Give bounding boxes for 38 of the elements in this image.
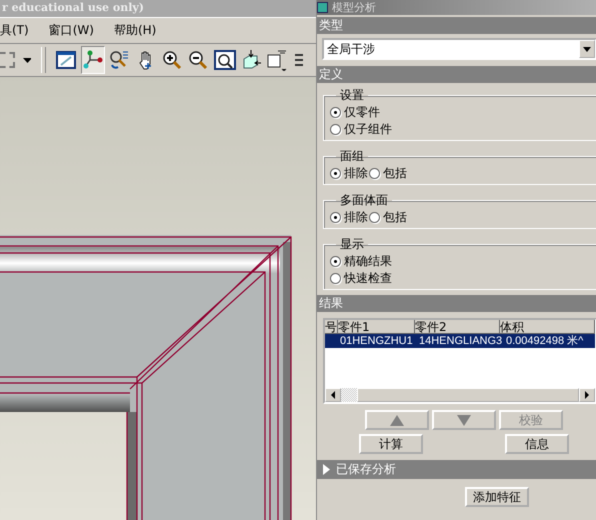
menu-item[interactable]: 具(T)	[0, 22, 29, 39]
caret-icon	[583, 46, 591, 52]
add-feature-button[interactable]: 添加特征	[465, 487, 529, 507]
radio-option[interactable]: 包括	[369, 209, 407, 225]
group-title: 显示	[339, 236, 365, 253]
type-dropdown[interactable]: 全局干涉	[322, 38, 596, 60]
action-button[interactable]: 计算	[359, 434, 423, 454]
window-title: r educational use only)	[0, 0, 316, 17]
node-graph-icon[interactable]	[80, 46, 105, 74]
window-icon	[317, 2, 328, 13]
scroll-left-icon[interactable]	[331, 391, 335, 399]
radio-option[interactable]: 排除	[330, 165, 368, 181]
dialog-title: 模型分析	[332, 0, 376, 15]
up-arrow-icon	[390, 414, 404, 426]
radio-option[interactable]: 仅子组件	[330, 121, 592, 137]
selection-box-icon[interactable]	[0, 52, 16, 68]
group-title: 面组	[339, 148, 365, 165]
expand-arrow-icon	[323, 464, 330, 475]
radio-option[interactable]: 快速检查	[330, 270, 592, 286]
radio-option[interactable]: 包括	[369, 165, 407, 181]
scroll-right-icon[interactable]	[585, 391, 589, 399]
table-row[interactable]: 01HENGZHU1 14HENGLIANG3 0.00492498 米^	[325, 334, 595, 348]
section-header: 结果	[317, 295, 596, 312]
radio-option[interactable]: 精确结果	[330, 253, 592, 269]
caret-icon[interactable]	[23, 58, 32, 62]
saved-analysis-header[interactable]: 已保存分析	[317, 460, 596, 479]
down-arrow-icon	[457, 414, 471, 426]
scroll-thumb[interactable]	[341, 388, 357, 402]
menu-item[interactable]: 窗口(W)	[48, 22, 94, 39]
group-title: 设置	[339, 87, 365, 104]
radio-option[interactable]: 仅零件	[330, 104, 592, 120]
horizontal-scrollbar[interactable]	[325, 388, 595, 402]
section-header: 类型	[317, 17, 596, 34]
radio-option[interactable]: 排除	[330, 209, 368, 225]
action-button[interactable]: 信息	[505, 434, 569, 454]
section-header: 定义	[317, 66, 596, 83]
menu-item[interactable]: 帮助(H)	[114, 22, 156, 39]
group-title: 多面体面	[339, 192, 389, 209]
